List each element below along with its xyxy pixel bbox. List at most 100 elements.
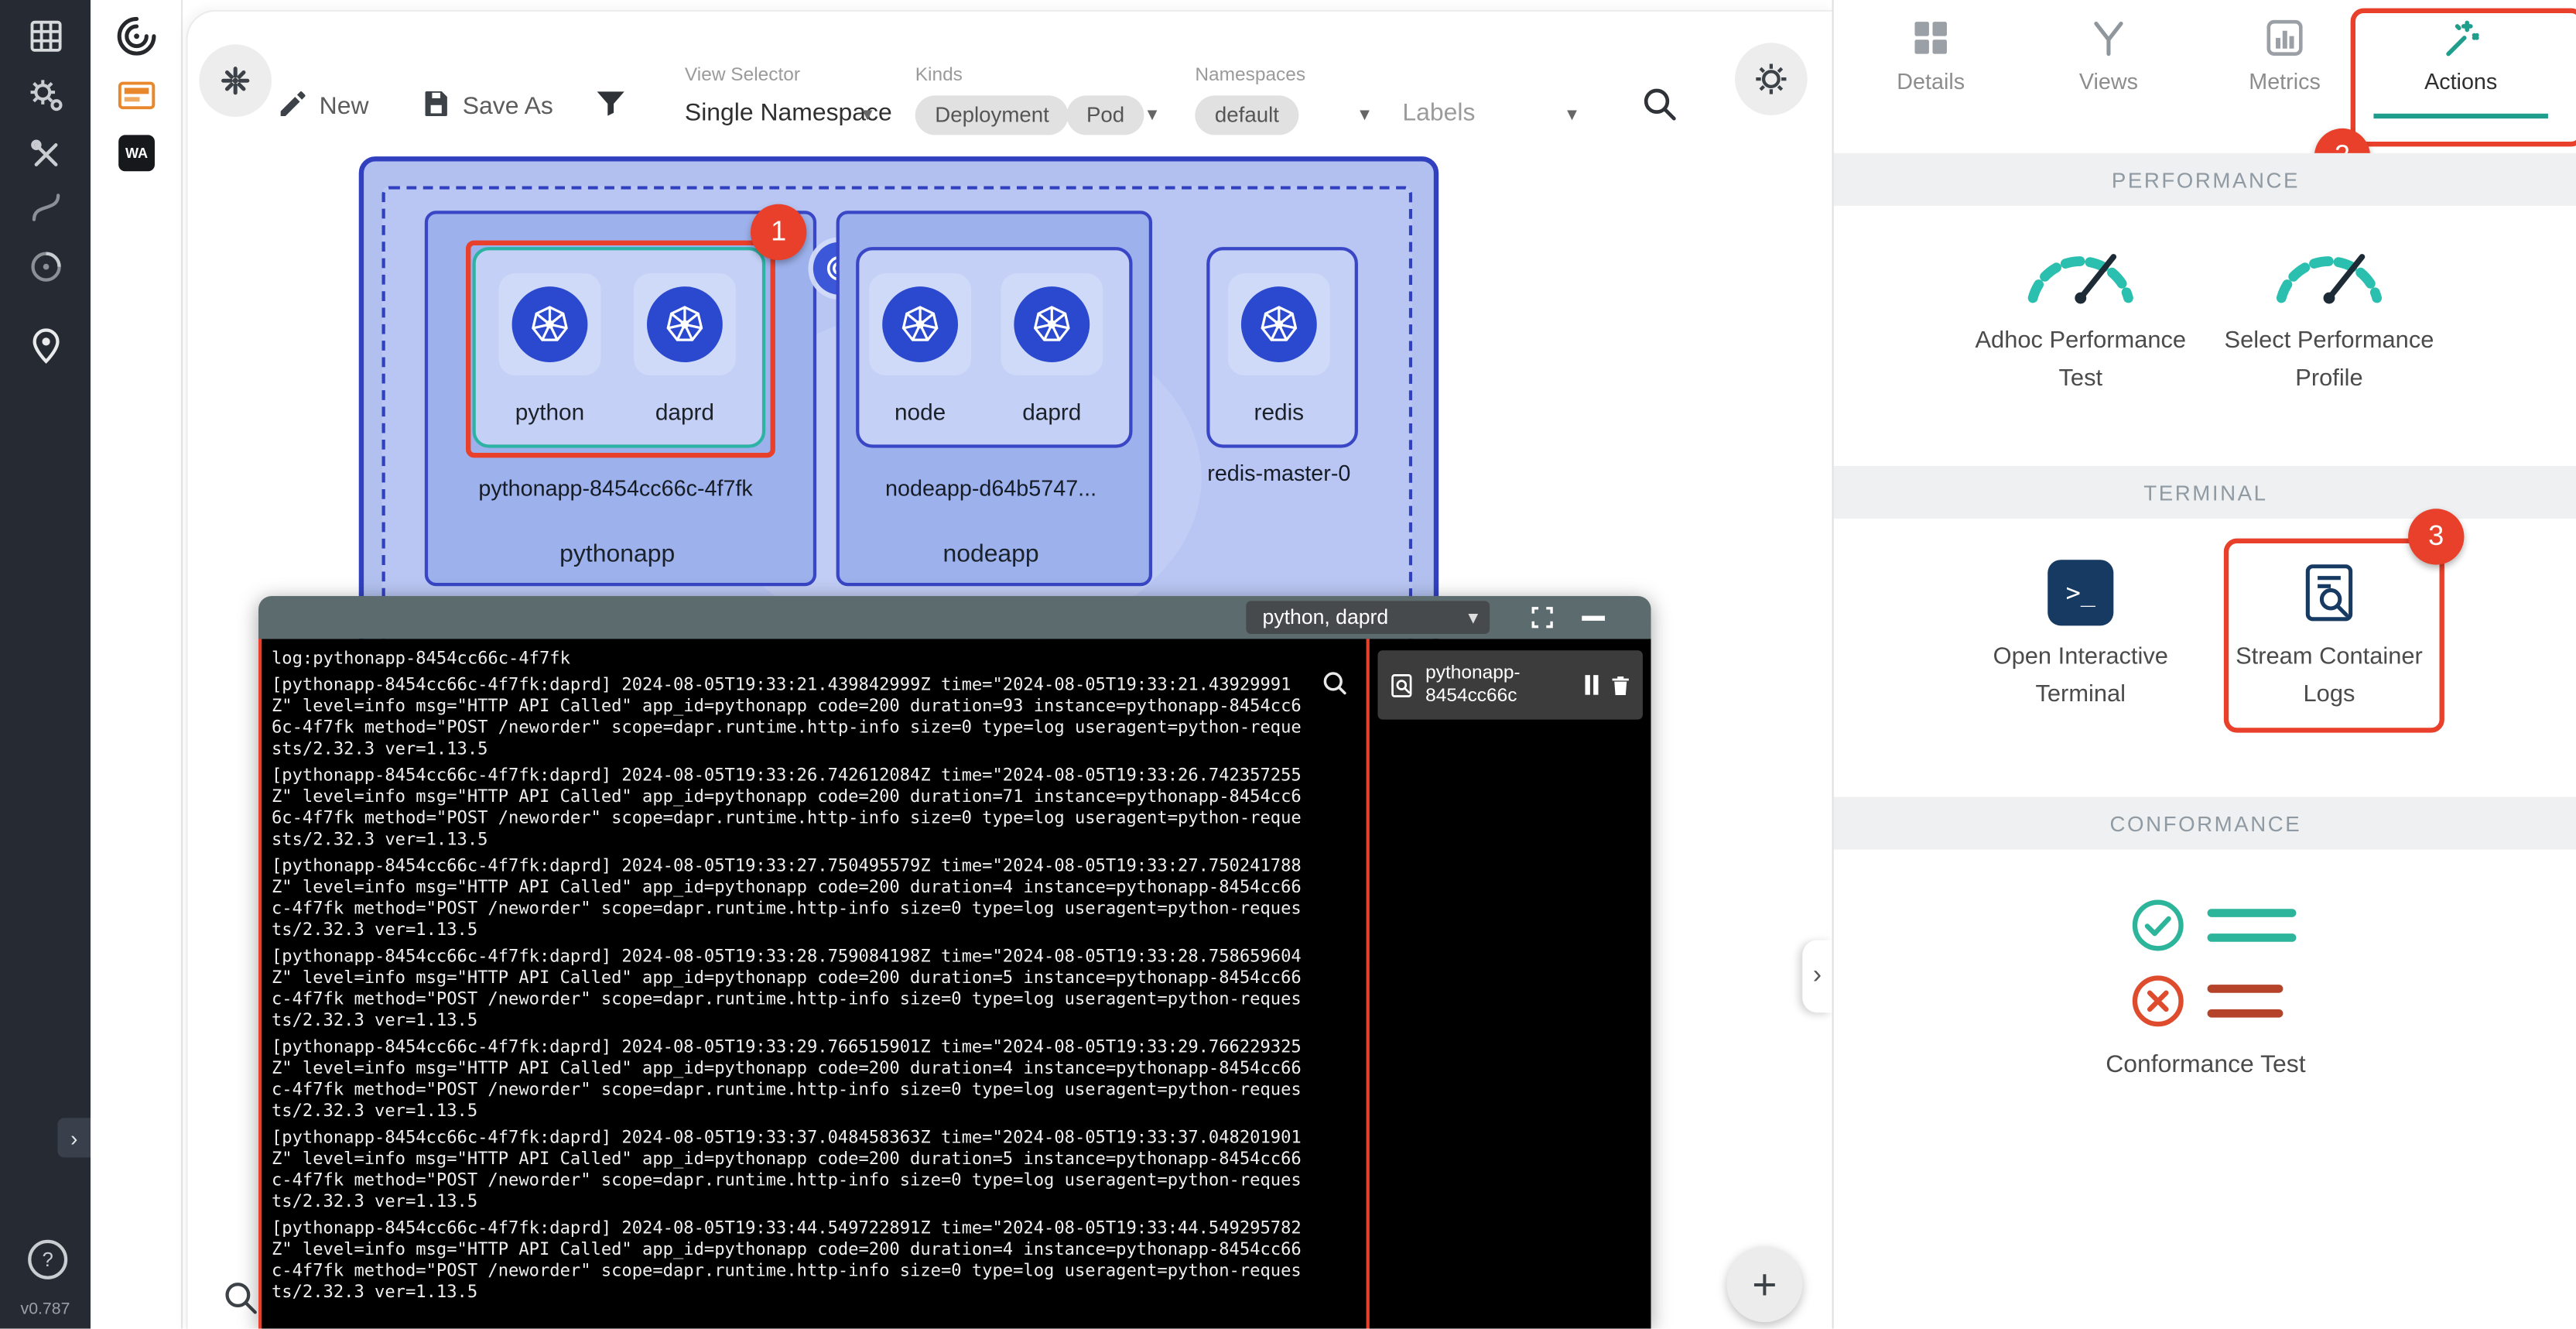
app-launcher-column: WA — [91, 0, 183, 1329]
pipeline-curve-icon[interactable] — [23, 184, 67, 228]
container-tile-redis[interactable] — [1228, 273, 1330, 375]
labels-select[interactable]: Labels — [1402, 99, 1475, 127]
conformance-fail-icon — [2128, 971, 2188, 1039]
sidebar-expand-button[interactable]: › — [57, 1118, 91, 1157]
version-label: v0.787 — [0, 1300, 91, 1318]
section-performance-header: PERFORMANCE — [1834, 153, 2576, 206]
filter-funnel-icon[interactable] — [593, 86, 629, 122]
log-line: [pythonapp-8454cc66c-4f7fk:daprd] 2024-0… — [272, 1218, 1356, 1240]
kubernetes-icon — [647, 286, 723, 362]
pause-stream-icon[interactable] — [1585, 675, 1598, 695]
log-search-icon[interactable] — [1320, 669, 1350, 707]
save-icon[interactable] — [419, 87, 453, 121]
flower-icon — [217, 63, 254, 99]
dashboard-grid-icon[interactable] — [23, 13, 67, 57]
container-label: redis — [1213, 399, 1345, 425]
metrics-chart-icon — [2262, 16, 2308, 63]
terminal-titlebar[interactable]: python, daprd ▾ — [258, 596, 1651, 639]
stream-container-logs-icon[interactable] — [2296, 560, 2362, 634]
session-pod-name-line2: 8454cc66c — [1425, 685, 1520, 708]
container-tile-python[interactable] — [499, 273, 601, 375]
log-line: Z" level=info msg="HTTP API Called" app_… — [272, 1059, 1356, 1081]
action-label-line: Open Interactive — [1949, 639, 2212, 676]
conformance-pass-line — [2208, 909, 2297, 917]
pod-name: pythonapp-8454cc66c-4f7fk — [451, 476, 780, 501]
kind-chip-pod[interactable]: Pod — [1066, 95, 1144, 135]
annotation-badge-1: 1 — [751, 204, 806, 260]
action-stream-container-logs[interactable]: Stream Container Logs — [2198, 639, 2461, 714]
minimize-icon[interactable] — [1582, 616, 1605, 620]
location-pin-icon[interactable] — [23, 323, 67, 367]
kubernetes-icon — [512, 286, 588, 362]
tab-views[interactable]: Views — [2027, 10, 2191, 125]
select-profile-gauge-icon[interactable] — [2268, 231, 2390, 314]
canvas-zoom-icon[interactable] — [221, 1278, 260, 1317]
namespace-chip-default[interactable]: default — [1195, 95, 1298, 135]
add-button[interactable]: + — [1726, 1246, 1802, 1322]
conformance-fail-line — [2208, 985, 2284, 993]
log-line: [pythonapp-8454cc66c-4f7fk:daprd] 2024-0… — [272, 947, 1356, 968]
log-line: ts/2.32.3 ver=1.13.5 — [272, 920, 1356, 942]
log-line: ts/2.32.3 ver=1.13.5 — [272, 1101, 1356, 1123]
fullscreen-icon[interactable] — [1529, 605, 1555, 639]
conformance-fail-line — [2208, 1009, 2284, 1018]
tab-details[interactable]: Details — [1849, 10, 2013, 125]
view-selector-dropdown[interactable]: Single Namespace — [685, 99, 892, 127]
dapr-rotor-icon[interactable] — [23, 244, 67, 288]
help-icon[interactable]: ? — [28, 1240, 67, 1279]
terminal-select-value: python, daprd — [1263, 606, 1389, 629]
section-terminal-header: TERMINAL — [1834, 466, 2576, 519]
session-pod-name-line1: pythonapp- — [1425, 662, 1520, 685]
action-label-line: Select Performance — [2198, 323, 2461, 361]
dapr-app-icon[interactable] — [114, 13, 160, 60]
view-selector-label: View Selector — [685, 66, 800, 86]
tab-views-label: Views — [2027, 69, 2191, 94]
log-line: c-4f7fk method="POST /neworder" scope=da… — [272, 1080, 1356, 1101]
new-pencil-icon[interactable] — [276, 87, 310, 121]
tab-metrics-label: Metrics — [2202, 69, 2367, 94]
log-line: [pythonapp-8454cc66c-4f7fk:daprd] 2024-0… — [272, 1128, 1356, 1149]
action-label-line: Stream Container — [2198, 639, 2461, 676]
action-conformance-test[interactable]: Conformance Test — [2041, 1050, 2370, 1078]
search-icon[interactable] — [1640, 84, 1679, 123]
new-button[interactable]: New — [320, 92, 369, 120]
container-tile-daprd[interactable] — [1001, 273, 1103, 375]
conformance-pass-icon — [2128, 896, 2188, 963]
graph-layout-button[interactable] — [199, 44, 272, 117]
container-tile-node[interactable] — [869, 273, 971, 375]
actions-wand-icon — [2437, 16, 2484, 63]
wa-app-icon[interactable]: WA — [118, 135, 155, 171]
pod-name: redis-master-0 — [1148, 461, 1411, 486]
action-label-line: Test — [1949, 361, 2212, 399]
adhoc-performance-gauge-icon[interactable] — [2020, 231, 2141, 314]
log-line: ts/2.32.3 ver=1.13.5 — [272, 1011, 1356, 1033]
interactive-terminal-icon[interactable]: >_ — [2047, 560, 2113, 625]
kubernetes-icon — [1014, 286, 1090, 362]
log-line: Z" level=info msg="HTTP API Called" app_… — [272, 1149, 1356, 1171]
settings-gears-icon[interactable] — [23, 73, 67, 117]
tools-icon[interactable] — [23, 132, 67, 176]
labels-caret-icon[interactable]: ▾ — [1567, 102, 1577, 125]
tab-metrics[interactable]: Metrics — [2202, 10, 2367, 125]
save-as-button[interactable]: Save As — [463, 92, 553, 120]
pod-name: nodeapp-d64b5747... — [843, 476, 1139, 501]
panel-collapse-handle[interactable]: › — [1802, 940, 1832, 1013]
kinds-caret-icon[interactable]: ▾ — [1148, 102, 1158, 125]
log-line: Z" level=info msg="HTTP API Called" app_… — [272, 968, 1356, 990]
view-selector-caret-icon[interactable]: ▾ — [863, 102, 873, 125]
action-open-interactive-terminal[interactable]: Open Interactive Terminal — [1949, 639, 2212, 714]
trash-icon[interactable] — [1608, 673, 1633, 697]
container-tile-daprd[interactable] — [634, 273, 736, 375]
terminal-container-select[interactable]: python, daprd ▾ — [1246, 601, 1490, 634]
log-output-pane[interactable]: log:pythonapp-8454cc66c-4f7fk[pythonapp-… — [258, 639, 1370, 1328]
settings-button[interactable] — [1735, 43, 1808, 115]
tab-actions[interactable]: Actions — [2379, 10, 2544, 125]
action-select-performance-profile[interactable]: Select Performance Profile — [2198, 323, 2461, 399]
action-adhoc-performance-test[interactable]: Adhoc Performance Test — [1949, 323, 2212, 399]
orange-app-icon[interactable] — [114, 73, 160, 119]
namespaces-caret-icon[interactable]: ▾ — [1360, 102, 1370, 125]
group-label: pythonapp — [453, 540, 782, 568]
kind-chip-deployment[interactable]: Deployment — [915, 95, 1069, 135]
log-session-item[interactable]: pythonapp- 8454cc66c — [1377, 650, 1642, 719]
log-line: sts/2.32.3 ver=1.13.5 — [272, 830, 1356, 851]
